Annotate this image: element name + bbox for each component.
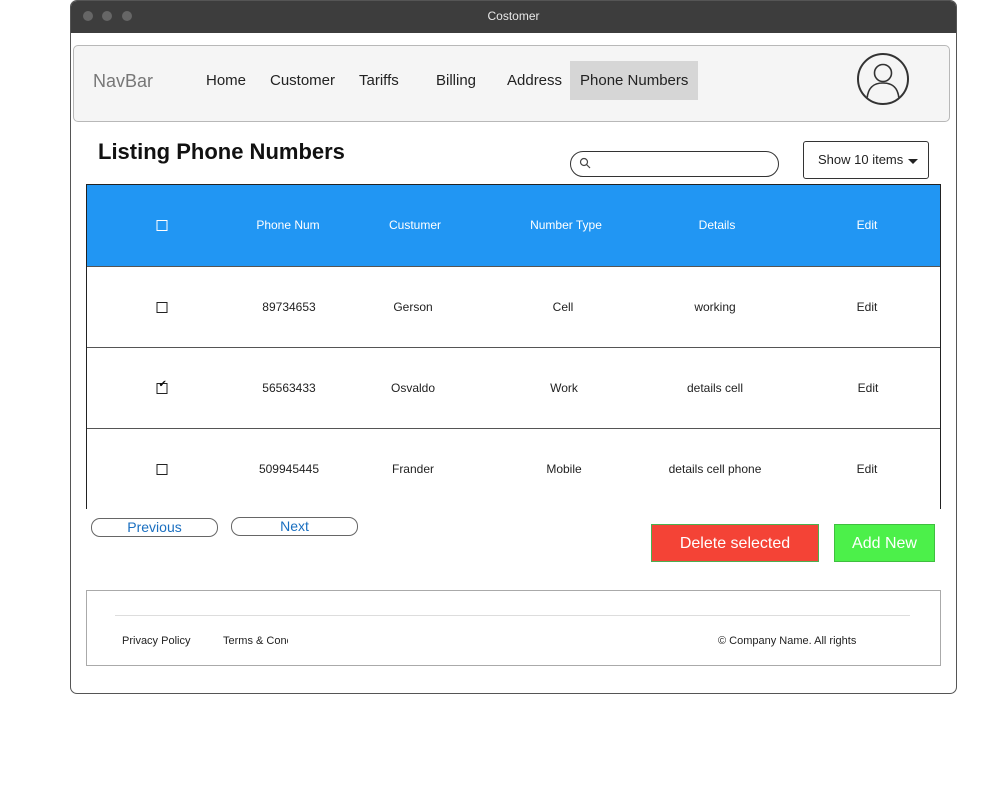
type-cell: Work (550, 381, 578, 395)
table-header: Phone Num Custumer Number Type Details E… (87, 185, 940, 266)
copyright-text: © Company Name. All rights (718, 635, 857, 647)
title-bar: Costomer (71, 1, 956, 33)
phone-cell: 56563433 (262, 381, 316, 395)
phone-cell: 509945445 (258, 462, 320, 476)
nav-item-address[interactable]: Address (507, 61, 562, 100)
show-items-select[interactable]: Show 10 items (803, 141, 929, 179)
customer-cell: Frander (391, 462, 435, 476)
caret-down-icon (908, 159, 918, 164)
footer: Privacy Policy Terms & Conc © Company Na… (86, 590, 941, 666)
nav-item-phone-numbers[interactable]: Phone Numbers (570, 61, 699, 100)
table-row[interactable]: 509945445 Frander Mobile details cell ph… (87, 428, 940, 510)
row-checkbox-cell (156, 267, 168, 348)
row-checkbox[interactable] (156, 302, 168, 314)
privacy-policy-link[interactable]: Privacy Policy (122, 635, 190, 647)
footer-divider (115, 615, 910, 616)
search-input[interactable] (597, 155, 771, 174)
phone-cell: 89734653 (262, 300, 316, 314)
row-checkbox-cell (156, 348, 168, 429)
close-window-button[interactable] (83, 11, 93, 21)
edit-link[interactable]: Edit (857, 429, 878, 510)
search-box (570, 151, 779, 177)
header-customer[interactable]: Custumer (389, 185, 441, 266)
details-cell: working (694, 300, 736, 314)
add-new-button[interactable]: Add New (834, 524, 935, 562)
table-row[interactable]: 89734653 Gerson Cell working Edit (87, 266, 940, 348)
user-avatar-icon[interactable] (857, 53, 909, 105)
table-row[interactable]: 56563433 Osvaldo Work details cell Edit (87, 347, 940, 429)
nav-item-billing[interactable]: Billing (436, 61, 476, 100)
search-icon (579, 157, 591, 169)
minimize-window-button[interactable] (102, 11, 112, 21)
select-all-cell (156, 185, 168, 266)
show-items-label: Show 10 items (818, 152, 904, 167)
app-window: Costomer NavBar Home Customer Tariffs Bi… (70, 0, 957, 694)
nav-item-home[interactable]: Home (206, 61, 246, 100)
delete-selected-button[interactable]: Delete selected (651, 524, 819, 562)
terms-link[interactable]: Terms & Conc (223, 635, 288, 647)
type-cell: Cell (552, 300, 574, 314)
customer-cell: Osvaldo (390, 381, 436, 395)
header-edit[interactable]: Edit (857, 185, 878, 266)
details-cell: details cell (686, 381, 744, 395)
window-title: Costomer (487, 9, 540, 23)
customer-cell: Gerson (393, 300, 433, 314)
edit-link[interactable]: Edit (858, 348, 879, 429)
navbar-brand[interactable]: NavBar (93, 71, 153, 92)
next-button[interactable]: Next (231, 517, 358, 536)
row-checkbox-cell (156, 429, 168, 510)
nav-item-customer[interactable]: Customer (270, 61, 335, 100)
page-title: Listing Phone Numbers (98, 139, 345, 164)
row-checkbox[interactable] (156, 464, 168, 476)
header-number-type[interactable]: Number Type (530, 185, 602, 266)
row-checkbox[interactable] (156, 378, 168, 395)
header-details[interactable]: Details (699, 185, 736, 266)
header-phone-num[interactable]: Phone Num (256, 185, 319, 266)
nav-item-tariffs[interactable]: Tariffs (359, 61, 399, 100)
phone-numbers-table: Phone Num Custumer Number Type Details E… (86, 184, 941, 510)
previous-button[interactable]: Previous (91, 518, 218, 537)
details-cell: details cell phone (668, 462, 762, 476)
select-all-checkbox[interactable] (156, 220, 168, 232)
type-cell: Mobile (546, 462, 582, 476)
edit-link[interactable]: Edit (857, 267, 878, 348)
maximize-window-button[interactable] (122, 11, 132, 21)
navbar: NavBar Home Customer Tariffs Billing Add… (73, 45, 950, 122)
